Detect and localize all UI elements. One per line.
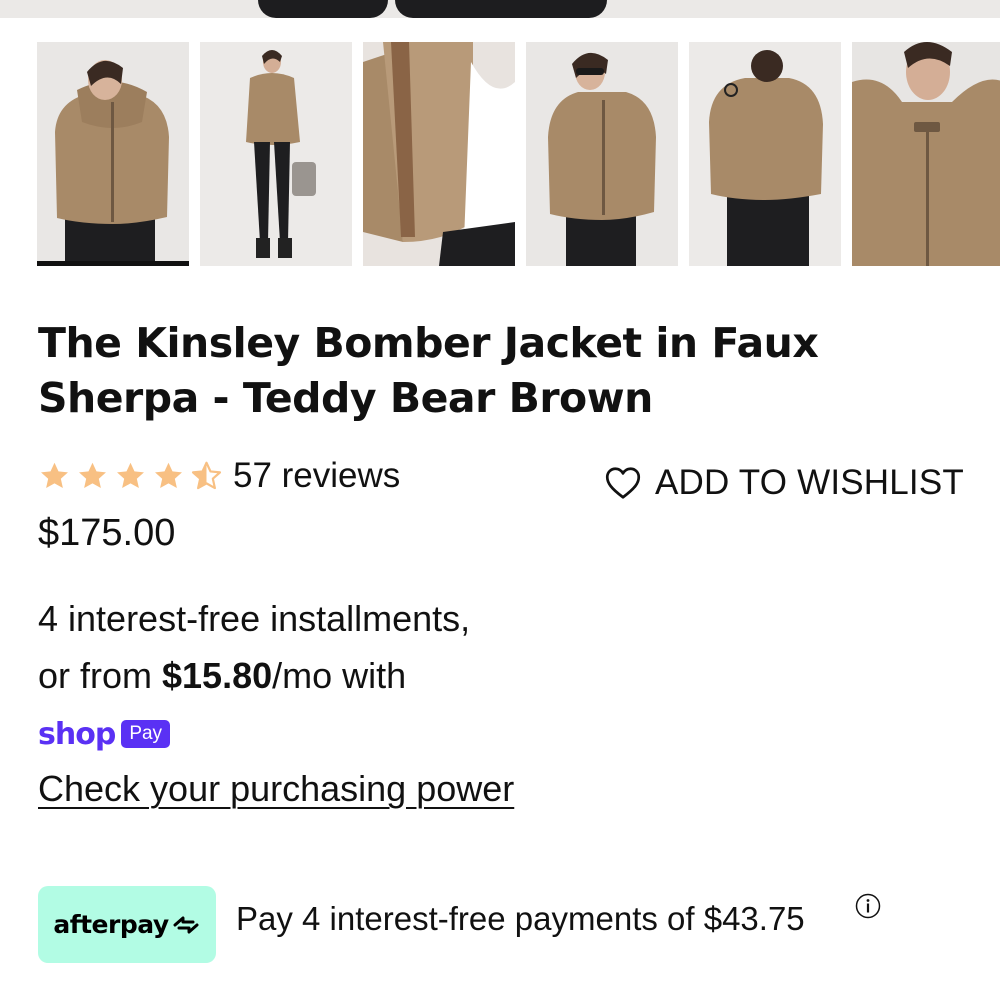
shop-pay-logo: shop Pay — [38, 716, 171, 752]
installments-line-2: or from $15.80/mo with — [38, 647, 738, 704]
thumbnail-front-sunglasses[interactable] — [526, 42, 678, 266]
wishlist-label: ADD TO WISHLIST — [655, 463, 964, 502]
back-view-photo — [689, 42, 841, 266]
star-full-icon — [152, 460, 185, 493]
afterpay-message: Pay 4 interest-free payments of $43.75 — [236, 900, 805, 937]
star-half-icon — [190, 460, 223, 493]
lining-detail-photo — [363, 42, 515, 266]
product-rating: 57 reviews — [38, 454, 400, 498]
reviews-link[interactable]: 57 reviews — [233, 456, 400, 496]
product-title: The Kinsley Bomber Jacket in Faux Sherpa… — [38, 319, 819, 422]
hero-image-leg-right — [395, 0, 607, 18]
check-purchasing-power-link[interactable]: Check your purchasing power — [38, 768, 514, 810]
installments-info: 4 interest-free installments, or from $1… — [38, 590, 738, 704]
full-body-photo — [200, 42, 352, 266]
rating-stars[interactable] — [38, 460, 223, 493]
thumbnail-back-view[interactable] — [689, 42, 841, 266]
monthly-amount: $15.80 — [162, 655, 273, 696]
front-sunglasses-photo — [526, 42, 678, 266]
star-full-icon — [76, 460, 109, 493]
afterpay-arrows-icon — [173, 916, 199, 933]
front-view-photo — [37, 42, 189, 266]
star-full-icon — [114, 460, 147, 493]
collar-closeup-photo — [852, 42, 1000, 266]
star-full-icon — [38, 460, 71, 493]
thumbnail-full-body[interactable] — [200, 42, 352, 266]
shop-pay-badge: Pay — [121, 720, 171, 748]
thumbnail-gallery — [37, 42, 1000, 268]
thumbnail-front-view[interactable] — [37, 42, 189, 266]
main-product-image-bottom-edge — [0, 0, 1000, 18]
active-thumbnail-indicator — [37, 261, 189, 266]
add-to-wishlist-button[interactable]: ADD TO WISHLIST — [605, 460, 964, 506]
thumbnail-collar-closeup[interactable] — [852, 42, 1000, 266]
afterpay-logo: afterpay — [38, 886, 216, 963]
installments-suffix: /mo with — [272, 655, 407, 696]
afterpay-wordmark: afterpay — [53, 910, 169, 939]
info-icon[interactable] — [855, 893, 881, 919]
heart-icon — [605, 467, 641, 499]
product-price: $175.00 — [38, 512, 176, 554]
hero-image-leg-left — [258, 0, 388, 18]
shop-pay-wordmark: shop — [38, 716, 116, 752]
thumbnail-lining-detail[interactable] — [363, 42, 515, 266]
installments-prefix: or from — [38, 655, 163, 696]
installments-line-1: 4 interest-free installments, — [38, 598, 471, 639]
